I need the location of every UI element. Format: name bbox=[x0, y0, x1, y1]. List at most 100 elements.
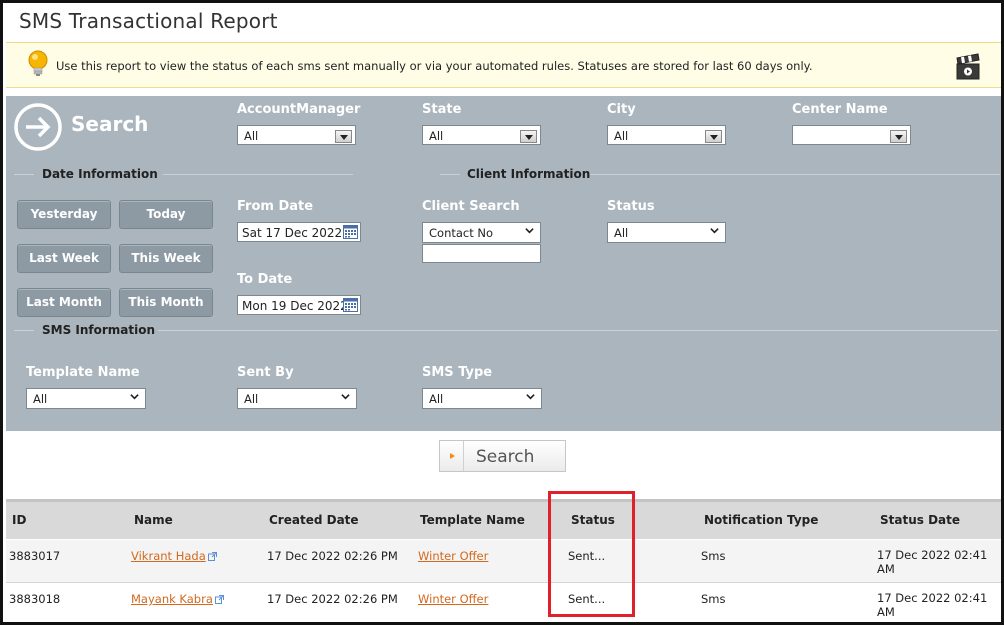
this-week-button[interactable]: This Week bbox=[119, 244, 213, 273]
filter-label-account-manager: AccountManager bbox=[237, 102, 361, 117]
today-button[interactable]: Today bbox=[119, 200, 213, 229]
cell-template[interactable]: Winter Offer bbox=[418, 549, 488, 563]
cell-id: 3883017 bbox=[9, 549, 61, 563]
client-search-input[interactable] bbox=[422, 244, 541, 263]
to-date-value: Mon 19 Dec 2022 bbox=[242, 299, 348, 313]
col-header-name[interactable]: Name bbox=[134, 513, 173, 527]
search-heading: Search bbox=[71, 112, 149, 136]
table-header: ID Name Created Date Template Name Statu… bbox=[6, 499, 1001, 539]
to-date-label: To Date bbox=[237, 272, 293, 287]
sent-by-value: All bbox=[244, 392, 259, 406]
template-name-value: All bbox=[33, 392, 48, 406]
divider bbox=[14, 174, 34, 175]
col-header-created-date[interactable]: Created Date bbox=[269, 513, 359, 527]
chevron-down-icon bbox=[525, 228, 534, 234]
col-header-status-date[interactable]: Status Date bbox=[880, 513, 960, 527]
info-text: Use this report to view the status of ea… bbox=[56, 59, 813, 73]
sms-type-select[interactable]: All bbox=[422, 388, 542, 409]
calendar-icon[interactable] bbox=[343, 298, 358, 312]
status-select[interactable]: All bbox=[607, 222, 726, 243]
search-panel: Search AccountManager All State All City… bbox=[6, 96, 1001, 431]
from-date-input[interactable]: Sat 17 Dec 2022 bbox=[237, 222, 361, 242]
account-manager-value: All bbox=[244, 129, 259, 143]
city-value: All bbox=[614, 129, 629, 143]
search-submit-button[interactable]: Search bbox=[439, 440, 566, 472]
table-row: 3883017 Vikrant Hada 17 Dec 2022 02:26 P… bbox=[6, 540, 1001, 583]
client-section-title: Client Information bbox=[467, 167, 591, 181]
sms-type-label: SMS Type bbox=[422, 365, 493, 380]
cell-created-date: 17 Dec 2022 02:26 PM bbox=[267, 549, 398, 563]
template-link[interactable]: Winter Offer bbox=[418, 549, 488, 563]
external-link-icon[interactable] bbox=[207, 552, 217, 561]
status-label: Status bbox=[607, 199, 655, 214]
chevron-down-icon bbox=[526, 394, 535, 400]
cell-notification-type: Sms bbox=[701, 549, 726, 563]
external-link-icon[interactable] bbox=[214, 595, 224, 604]
info-bar: Use this report to view the status of ea… bbox=[6, 42, 1001, 88]
cell-notification-type: Sms bbox=[701, 592, 726, 606]
template-name-label: Template Name bbox=[26, 365, 140, 380]
last-month-button[interactable]: Last Month bbox=[17, 288, 111, 317]
filter-label-center-name: Center Name bbox=[792, 102, 888, 117]
table-row: 3883018 Mayank Kabra 17 Dec 2022 02:26 P… bbox=[6, 583, 1001, 622]
dropdown-arrow-icon bbox=[520, 130, 537, 143]
calendar-icon[interactable] bbox=[343, 225, 358, 239]
lightbulb-icon bbox=[28, 50, 48, 76]
state-select[interactable]: All bbox=[422, 125, 541, 145]
cell-status-date: 17 Dec 2022 02:41 AM bbox=[877, 591, 987, 619]
yesterday-button[interactable]: Yesterday bbox=[17, 200, 111, 229]
client-search-type-value: Contact No bbox=[429, 226, 494, 240]
template-name-select[interactable]: All bbox=[26, 388, 146, 409]
report-window: SMS Transactional Report Use this report… bbox=[0, 0, 1004, 625]
sent-by-label: Sent By bbox=[237, 365, 294, 380]
play-arrow-icon bbox=[440, 441, 464, 471]
client-name-link[interactable]: Vikrant Hada bbox=[131, 549, 206, 563]
divider bbox=[590, 174, 1000, 175]
col-header-id[interactable]: ID bbox=[12, 513, 26, 527]
status-date-meridiem: AM bbox=[877, 605, 895, 619]
cell-template[interactable]: Winter Offer bbox=[418, 592, 488, 606]
last-week-button[interactable]: Last Week bbox=[17, 244, 111, 273]
status-date-meridiem: AM bbox=[877, 562, 895, 576]
sms-section-title: SMS Information bbox=[42, 323, 156, 337]
to-date-input[interactable]: Mon 19 Dec 2022 bbox=[237, 295, 361, 315]
filter-label-state: State bbox=[422, 102, 462, 117]
template-link[interactable]: Winter Offer bbox=[418, 592, 488, 606]
cell-created-date: 17 Dec 2022 02:26 PM bbox=[267, 592, 398, 606]
page-title: SMS Transactional Report bbox=[19, 9, 278, 33]
client-search-label: Client Search bbox=[422, 199, 520, 214]
status-value: All bbox=[614, 226, 629, 240]
divider bbox=[14, 330, 34, 331]
cell-name[interactable]: Mayank Kabra bbox=[131, 592, 224, 606]
cell-status-date: 17 Dec 2022 02:41 AM bbox=[877, 548, 987, 576]
from-date-label: From Date bbox=[237, 199, 314, 214]
sent-by-select[interactable]: All bbox=[237, 388, 357, 409]
date-section-title: Date Information bbox=[42, 167, 158, 181]
center-name-select[interactable] bbox=[792, 125, 911, 145]
divider bbox=[158, 330, 998, 331]
client-name-link[interactable]: Mayank Kabra bbox=[131, 592, 213, 606]
divider bbox=[163, 174, 353, 175]
divider bbox=[440, 174, 460, 175]
account-manager-select[interactable]: All bbox=[237, 125, 356, 145]
dropdown-arrow-icon bbox=[335, 130, 352, 143]
city-select[interactable]: All bbox=[607, 125, 726, 145]
sms-type-value: All bbox=[429, 392, 444, 406]
chevron-down-icon bbox=[710, 228, 719, 234]
chevron-down-icon bbox=[130, 394, 139, 400]
from-date-value: Sat 17 Dec 2022 bbox=[242, 226, 343, 240]
cell-name[interactable]: Vikrant Hada bbox=[131, 549, 217, 563]
col-header-template-name[interactable]: Template Name bbox=[420, 513, 525, 527]
status-date-line: 17 Dec 2022 02:41 bbox=[877, 591, 988, 605]
chevron-down-icon bbox=[341, 394, 350, 400]
status-highlight-box bbox=[548, 491, 635, 617]
client-search-type-select[interactable]: Contact No bbox=[422, 222, 541, 243]
video-clapper-icon[interactable] bbox=[954, 53, 982, 81]
col-header-notification-type[interactable]: Notification Type bbox=[704, 513, 818, 527]
this-month-button[interactable]: This Month bbox=[119, 288, 213, 317]
status-date-line: 17 Dec 2022 02:41 bbox=[877, 548, 988, 562]
search-submit-label: Search bbox=[476, 447, 535, 467]
dropdown-arrow-icon bbox=[890, 130, 907, 143]
dropdown-arrow-icon bbox=[705, 130, 722, 143]
search-arrow-icon bbox=[14, 103, 62, 151]
